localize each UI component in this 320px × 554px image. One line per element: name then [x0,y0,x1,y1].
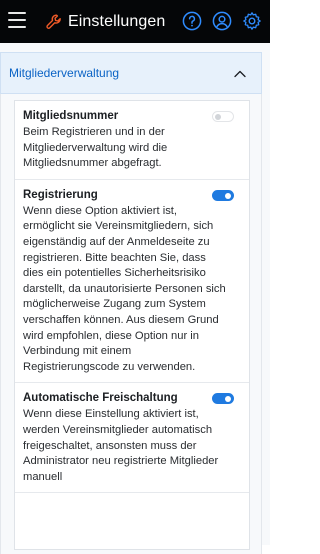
settings-list: Mitgliedsnummer Beim Registrieren und in… [14,100,250,550]
setting-description: Beim Registrieren und in der Mitgliederv… [23,126,168,170]
setting-name: Automatische Freischaltung [23,392,178,405]
setting-description: Wenn diese Option aktiviert ist, ermögli… [23,204,226,373]
gear-icon[interactable] [242,11,262,31]
setting-item-mitgliedsnummer: Mitgliedsnummer Beim Registrieren und in… [15,101,249,180]
registrierung-toggle[interactable] [212,189,234,201]
help-icon[interactable] [182,11,202,31]
setting-item-registrierung: Registrierung Wenn diese Option aktivier… [15,180,249,384]
chevron-up-icon[interactable] [233,67,247,81]
setting-name: Registrierung [23,188,98,201]
accordion-body: Mitgliedsnummer Beim Registrieren und in… [0,94,262,554]
accordion-title: Mitgliederverwaltung [9,66,120,80]
setting-description: Wenn diese Einstellung aktiviert ist, we… [23,408,219,483]
setting-item-automatische-freischaltung: Automatische Freischaltung Wenn diese Ei… [15,383,249,494]
setting-name: Mitgliedsnummer [23,110,119,122]
automatische-freischaltung-toggle[interactable] [212,393,234,405]
settings-panel: Mitgliederverwaltung Mitgliedsnummer Bei… [0,43,270,554]
page-header: Einstellungen [46,11,165,33]
accordion-header-mitgliederverwaltung[interactable]: Mitgliederverwaltung [0,52,262,94]
menu-icon[interactable] [8,12,26,30]
mitgliedsnummer-toggle[interactable] [212,111,234,122]
wrench-icon [46,14,61,29]
page-title: Einstellungen [68,13,166,30]
user-icon[interactable] [212,11,232,31]
top-bar: Einstellungen [0,0,270,43]
